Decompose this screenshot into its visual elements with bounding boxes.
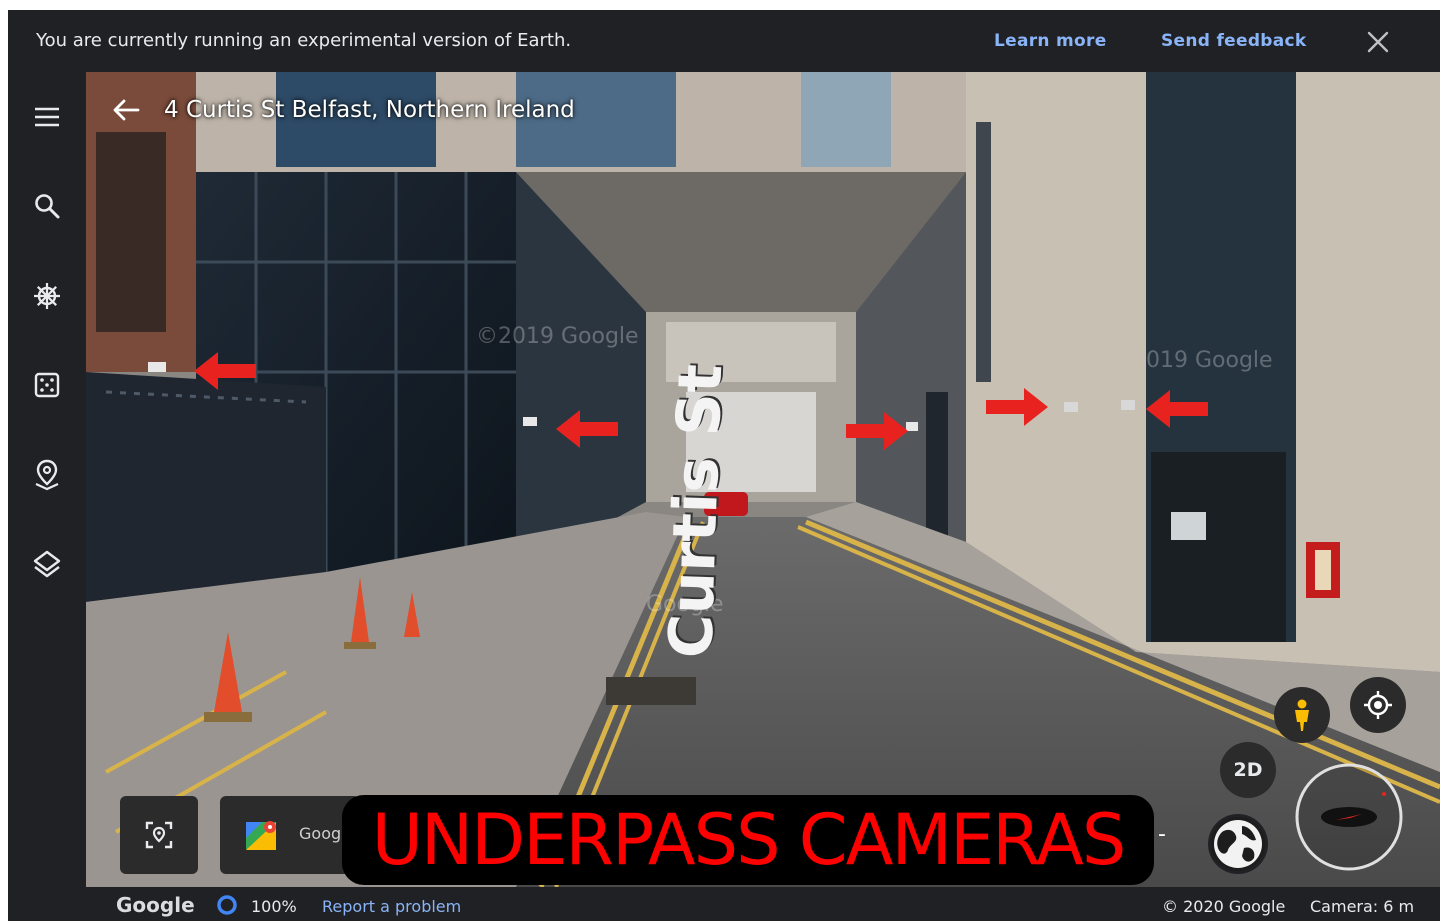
- learn-more-link[interactable]: Learn more: [994, 31, 1107, 51]
- pegman-icon: [1295, 699, 1309, 731]
- toggle-2d-button[interactable]: 2D: [1220, 742, 1276, 798]
- address-bar: 4 Curtis St Belfast, Northern Ireland: [110, 94, 575, 126]
- left-arrow-marker: [194, 352, 256, 390]
- copyright-text: © 2020 Google: [1162, 897, 1286, 916]
- dice-icon: [34, 372, 60, 398]
- google-maps-card[interactable]: Goog: [220, 796, 360, 874]
- camera-altitude: Camera: 6 m: [1310, 897, 1415, 916]
- close-icon: [1367, 31, 1389, 53]
- load-percentage: 100%: [251, 897, 297, 916]
- screenshot-button[interactable]: [120, 796, 198, 874]
- globe-button[interactable]: [1208, 814, 1268, 874]
- voyager-button[interactable]: [30, 279, 64, 313]
- imagery-watermark: 019 Google: [1146, 348, 1273, 373]
- menu-button[interactable]: [30, 100, 64, 134]
- zoom-out-button[interactable]: -: [1158, 822, 1178, 848]
- status-bar: Google 100% Report a problem © 2020 Goog…: [8, 887, 1440, 921]
- left-arrow-marker: [556, 410, 618, 448]
- address-text: 4 Curtis St Belfast, Northern Ireland: [164, 97, 575, 123]
- compass-icon: [1295, 763, 1403, 871]
- compass-control[interactable]: [1294, 762, 1404, 872]
- map-pin-icon: [35, 459, 59, 491]
- report-problem-link[interactable]: Report a problem: [322, 897, 461, 916]
- pegman-button[interactable]: [1274, 687, 1330, 743]
- back-button[interactable]: [110, 94, 142, 126]
- street-name-label: Curtis St: [656, 363, 737, 660]
- right-arrow-marker: [846, 412, 908, 450]
- arrow-left-icon: [113, 99, 140, 121]
- earth-window: You are currently running an experimenta…: [8, 10, 1440, 921]
- search-icon: [35, 194, 60, 219]
- projects-button[interactable]: [30, 458, 64, 492]
- experimental-banner: You are currently running an experimenta…: [8, 10, 1440, 72]
- send-feedback-link[interactable]: Send feedback: [1161, 31, 1307, 51]
- sidebar: [8, 72, 86, 887]
- layers-icon: [33, 550, 61, 578]
- ship-wheel-icon: [34, 283, 60, 309]
- google-maps-label: Goog: [299, 824, 342, 843]
- close-banner-button[interactable]: [1366, 30, 1390, 54]
- crosshair-icon: [1364, 691, 1392, 719]
- my-location-button[interactable]: [1350, 677, 1406, 733]
- menu-icon: [35, 107, 59, 127]
- banner-message: You are currently running an experimenta…: [36, 30, 572, 51]
- imagery-watermark: ©2019 Google: [476, 324, 639, 349]
- map-style-button[interactable]: [30, 547, 64, 581]
- search-button[interactable]: [30, 189, 64, 223]
- globe-icon: [1211, 817, 1265, 871]
- caption-text: UNDERPASS CAMERAS: [371, 799, 1127, 881]
- loading-ring-icon: [217, 895, 237, 915]
- caption-overlay: UNDERPASS CAMERAS: [342, 795, 1154, 885]
- right-arrow-marker: [986, 388, 1048, 426]
- google-maps-icon: [246, 821, 276, 850]
- camera-location-icon: [145, 821, 173, 849]
- google-logo: Google: [116, 893, 195, 917]
- feeling-lucky-button[interactable]: [30, 368, 64, 402]
- left-arrow-marker: [1146, 390, 1208, 428]
